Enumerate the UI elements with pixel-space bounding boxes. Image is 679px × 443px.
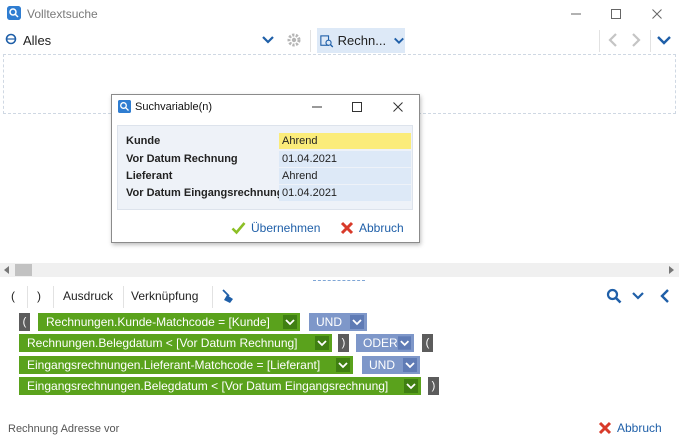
condition-token[interactable]: Rechnungen.Kunde-Matchcode = [Kunde] bbox=[38, 313, 300, 331]
dialog-title-bar: Suchvariable(n) bbox=[112, 95, 419, 119]
operator-dropdown-icon[interactable] bbox=[403, 358, 417, 372]
scrollbar-thumb[interactable] bbox=[15, 264, 32, 276]
variable-label: Vor Datum Eingangsrechnung bbox=[126, 187, 279, 199]
operator-token[interactable]: UND bbox=[309, 313, 367, 331]
apply-button-label: Übernehmen bbox=[251, 221, 321, 235]
toolbar-divider bbox=[212, 286, 213, 308]
dialog-cancel-label: Abbruch bbox=[359, 221, 404, 235]
chevron-down-icon bbox=[394, 37, 404, 44]
variable-label: Vor Datum Rechnung bbox=[126, 153, 238, 165]
variable-value-input[interactable]: 01.04.2021 bbox=[279, 185, 411, 201]
toolbar-divider bbox=[650, 30, 651, 52]
toolbar-divider bbox=[599, 30, 600, 52]
expression-button[interactable]: Ausdruck bbox=[63, 287, 113, 305]
search-entity-selector[interactable]: Rechn... bbox=[317, 28, 405, 53]
toolbar-divider bbox=[123, 286, 124, 308]
nav-forward-icon[interactable] bbox=[629, 32, 643, 48]
close-button[interactable] bbox=[645, 4, 669, 24]
scroll-right-icon[interactable] bbox=[667, 266, 675, 274]
condition-text: Eingangsrechnungen.Belegdatum < [Vor Dat… bbox=[27, 379, 389, 393]
collapse-panel-chevron-left-icon[interactable] bbox=[659, 288, 671, 304]
open-paren-token[interactable]: ( bbox=[422, 334, 433, 352]
clear-broom-icon[interactable] bbox=[220, 288, 236, 304]
minimize-button[interactable] bbox=[564, 4, 588, 24]
operator-dropdown-icon[interactable] bbox=[350, 315, 364, 329]
condition-token[interactable]: Eingangsrechnungen.Lieferant-Matchcode =… bbox=[19, 356, 353, 374]
variable-value-input[interactable]: Ahrend bbox=[279, 133, 411, 149]
title-bar: Volltextsuche bbox=[0, 0, 679, 28]
operator-text: UND bbox=[369, 358, 395, 372]
condition-dropdown-icon[interactable] bbox=[404, 379, 418, 393]
condition-token[interactable]: Rechnungen.Belegdatum < [Vor Datum Rechn… bbox=[19, 334, 332, 352]
variable-row-vor-datum-eingangsrechnung: Vor Datum Eingangsrechnung 01.04.2021 bbox=[126, 185, 412, 201]
operator-text: UND bbox=[316, 315, 342, 329]
operator-token[interactable]: UND bbox=[362, 356, 420, 374]
cancel-x-icon bbox=[340, 221, 354, 235]
scroll-left-icon[interactable] bbox=[3, 266, 11, 274]
condition-text: Rechnungen.Belegdatum < [Vor Datum Rechn… bbox=[27, 336, 298, 350]
condition-text: Rechnungen.Kunde-Matchcode = [Kunde] bbox=[46, 315, 270, 329]
scope-label: Alles bbox=[23, 32, 52, 48]
operator-token[interactable]: ODER bbox=[356, 334, 414, 352]
variable-label: Lieferant bbox=[126, 170, 173, 182]
close-paren-token[interactable]: ) bbox=[338, 334, 349, 352]
dialog-close-button[interactable] bbox=[392, 101, 404, 113]
variable-label: Kunde bbox=[126, 135, 161, 147]
toolbar-divider bbox=[27, 286, 28, 308]
open-paren-token[interactable]: ( bbox=[19, 313, 30, 331]
splitter-handle[interactable] bbox=[313, 277, 365, 281]
insert-open-paren-button[interactable]: ( bbox=[11, 287, 15, 305]
search-icon[interactable] bbox=[606, 288, 622, 304]
condition-text: Eingangsrechnungen.Lieferant-Matchcode =… bbox=[27, 358, 321, 372]
variable-value-input[interactable]: 01.04.2021 bbox=[279, 151, 411, 167]
dialog-title: Suchvariable(n) bbox=[135, 101, 213, 113]
condition-dropdown-icon[interactable] bbox=[315, 336, 329, 350]
cancel-button-label: Abbruch bbox=[617, 421, 662, 435]
window-title: Volltextsuche bbox=[27, 7, 98, 21]
cancel-x-icon bbox=[598, 421, 612, 435]
checkmark-icon bbox=[231, 222, 246, 235]
variables-panel: Kunde Ahrend Vor Datum Rechnung 01.04.20… bbox=[117, 125, 413, 210]
insert-close-paren-button[interactable]: ) bbox=[37, 287, 41, 305]
collapse-chevron-down-icon[interactable] bbox=[656, 33, 672, 47]
dialog-cancel-button[interactable]: Abbruch bbox=[340, 221, 404, 235]
dialog-maximize-button[interactable] bbox=[351, 101, 363, 113]
app-logo-icon bbox=[7, 6, 21, 20]
document-search-icon bbox=[320, 34, 334, 47]
search-variables-dialog: Suchvariable(n) Kunde Ahrend Vor Datum R… bbox=[111, 94, 420, 243]
condition-token[interactable]: Eingangsrechnungen.Belegdatum < [Vor Dat… bbox=[19, 377, 421, 395]
variable-value-input[interactable]: Ahrend bbox=[279, 168, 411, 184]
variable-row-lieferant: Lieferant Ahrend bbox=[126, 168, 412, 184]
maximize-button[interactable] bbox=[604, 4, 628, 24]
scope-selector[interactable]: Alles bbox=[4, 32, 51, 48]
toolbar-divider bbox=[53, 286, 54, 308]
search-scope-icon bbox=[5, 33, 17, 45]
nav-back-icon[interactable] bbox=[606, 32, 620, 48]
settings-gear-icon[interactable] bbox=[286, 32, 302, 48]
condition-dropdown-icon[interactable] bbox=[283, 315, 297, 329]
variable-row-kunde: Kunde Ahrend bbox=[126, 133, 412, 149]
link-operator-button[interactable]: Verknüpfung bbox=[131, 287, 198, 305]
status-text: Rechnung Adresse vor bbox=[8, 423, 120, 435]
operator-dropdown-icon[interactable] bbox=[397, 336, 411, 350]
scope-dropdown-icon[interactable] bbox=[261, 33, 275, 47]
condition-dropdown-icon[interactable] bbox=[336, 358, 350, 372]
dialog-app-icon bbox=[118, 100, 131, 113]
toolbar-divider bbox=[310, 30, 311, 52]
dialog-minimize-button[interactable] bbox=[311, 101, 323, 113]
search-options-chevron-down-icon[interactable] bbox=[631, 290, 645, 302]
variable-row-vor-datum-rechnung: Vor Datum Rechnung 01.04.2021 bbox=[126, 151, 412, 167]
horizontal-scrollbar[interactable] bbox=[0, 263, 679, 277]
cancel-button[interactable]: Abbruch bbox=[598, 421, 662, 435]
operator-text: ODER bbox=[363, 336, 398, 350]
close-paren-token[interactable]: ) bbox=[428, 377, 439, 395]
apply-button[interactable]: Übernehmen bbox=[231, 221, 320, 235]
search-entity-label: Rechn... bbox=[337, 33, 387, 48]
